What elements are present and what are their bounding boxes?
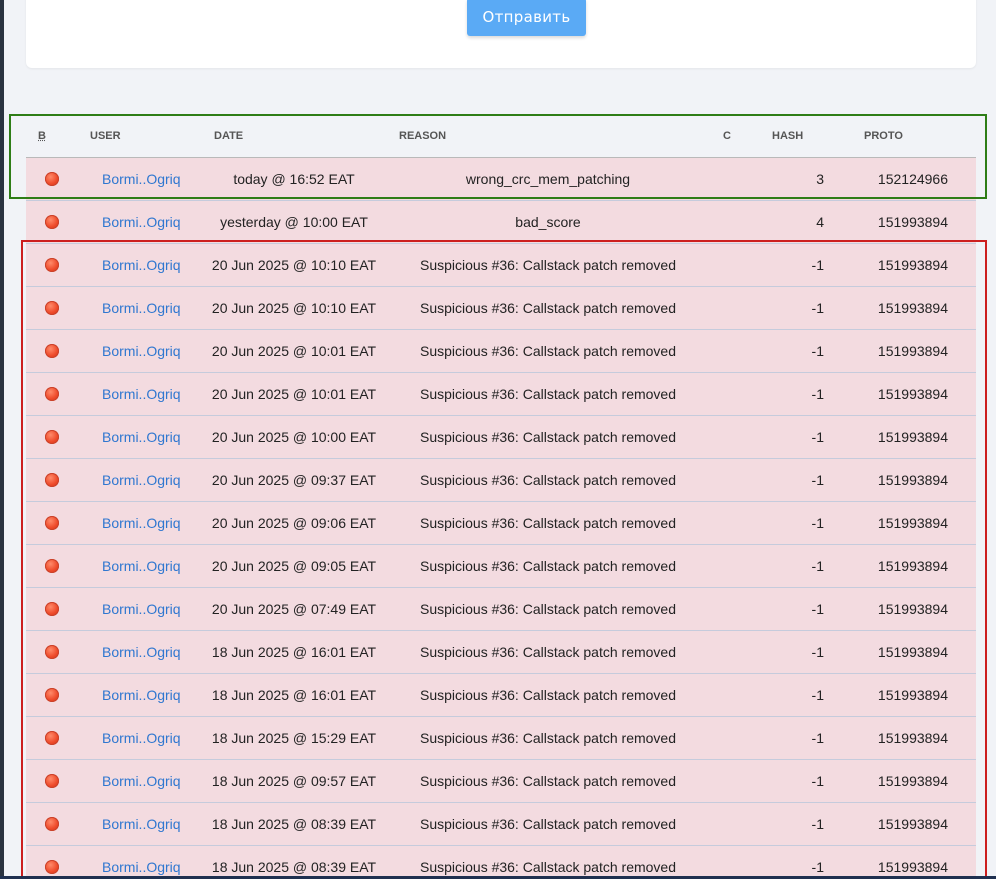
window-edge xyxy=(0,0,4,890)
date-cell: yesterday @ 10:00 EAT xyxy=(220,214,368,230)
reason-cell: bad_score xyxy=(515,214,581,230)
table-row[interactable]: Bormi..Ogriq yesterday @ 10:00 EAT bad_sco… xyxy=(26,201,976,244)
highlight-box-green xyxy=(9,114,987,199)
highlight-box-red xyxy=(21,240,987,888)
submit-button[interactable]: Отправить xyxy=(467,0,586,36)
status-dot-icon xyxy=(45,215,59,229)
user-link[interactable]: Bormi..Ogriq xyxy=(102,214,181,230)
hash-cell: 4 xyxy=(816,214,824,230)
form-card: Отправить xyxy=(26,0,976,68)
proto-cell: 151993894 xyxy=(877,214,948,230)
page-margin xyxy=(0,879,996,890)
